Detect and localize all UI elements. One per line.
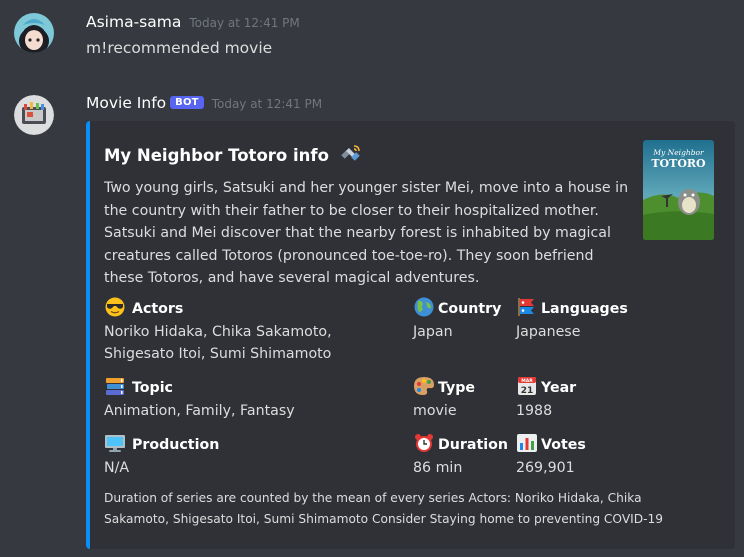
field-value: N/A	[104, 460, 130, 476]
timestamp: Today at 12:41 PM	[211, 97, 323, 111]
message-text: m!recommended movie	[86, 39, 273, 57]
field-name: Languages	[516, 297, 628, 319]
field-name-text: Type	[438, 380, 476, 396]
alarm-clock-icon	[413, 433, 435, 453]
field-value-line: Noriko Hidaka, Chika Sakamoto,	[104, 324, 332, 340]
field-name: Actors	[104, 297, 332, 319]
field-value: 86 min	[413, 460, 463, 476]
embed-accent-bar	[86, 121, 90, 549]
bar-chart-icon	[516, 433, 538, 453]
field-country: Country Japan	[413, 297, 501, 343]
poster-title: TOTORO	[651, 157, 706, 170]
field-value: Japanese	[516, 324, 581, 340]
embed-footer: Duration of series are counted by the me…	[104, 491, 664, 526]
field-name: Type	[413, 376, 475, 398]
embed-title: My Neighbor Totoro info	[104, 143, 361, 165]
field-topic: Topic Animation, Family, Fantasy	[104, 376, 295, 422]
field-languages: Languages Japanese	[516, 297, 628, 343]
username-text[interactable]: Asima-sama	[86, 13, 181, 31]
field-value: movie	[413, 403, 457, 419]
calendar-month: MAR	[521, 378, 533, 384]
field-value-line: Shigesato Itoi, Sumi Shimamoto	[104, 346, 332, 362]
books-icon	[104, 376, 126, 396]
field-value: Animation, Family, Fantasy	[104, 403, 295, 419]
field-name-text: Votes	[541, 437, 586, 453]
field-actors: Actors Noriko Hidaka, Chika Sakamoto, Sh…	[104, 297, 332, 365]
field-name-text: Languages	[541, 301, 628, 317]
embed-title-text: My Neighbor Totoro info	[104, 146, 329, 165]
palette-icon	[413, 376, 435, 396]
field-type: Type movie	[413, 376, 475, 422]
field-name: Topic	[104, 376, 295, 398]
bot-username[interactable]: Movie Info BOT Today at 12:41 PM	[86, 94, 322, 112]
bot-username-text[interactable]: Movie Info	[86, 94, 166, 112]
bot-badge: BOT	[170, 96, 204, 109]
field-votes: Votes 269,901	[516, 433, 586, 479]
satellite-icon	[339, 143, 361, 165]
poster-subtitle: My Neighbor	[652, 148, 704, 157]
field-name: Votes	[516, 433, 586, 455]
movie-embed: My Neighbor Totoro info My Neighbor TOTO…	[86, 121, 735, 549]
bot-avatar[interactable]	[14, 95, 54, 135]
username[interactable]: Asima-sama Today at 12:41 PM	[86, 13, 300, 31]
sunglasses-face-icon	[104, 297, 126, 317]
carp-streamer-icon	[516, 297, 538, 317]
field-name-text: Actors	[132, 301, 184, 317]
field-name-text: Topic	[132, 380, 173, 396]
field-value: Japan	[413, 324, 453, 340]
timestamp: Today at 12:41 PM	[189, 16, 300, 30]
field-name: Production	[104, 433, 219, 455]
field-value: 1988	[516, 403, 553, 419]
calendar-icon: MAR 21	[516, 376, 538, 396]
field-name: MAR 21 Year	[516, 376, 576, 398]
movie-poster-thumbnail[interactable]: My Neighbor TOTORO	[643, 140, 714, 240]
field-name: Country	[413, 297, 501, 319]
field-duration: Duration 86 min	[413, 433, 508, 479]
globe-icon	[413, 297, 435, 317]
calendar-day: 21	[521, 386, 534, 396]
field-value: 269,901	[516, 460, 575, 476]
field-name-text: Production	[132, 437, 220, 453]
field-year: MAR 21 Year 1988	[516, 376, 576, 422]
field-name-text: Duration	[438, 437, 508, 453]
field-name: Duration	[413, 433, 508, 455]
field-value: Noriko Hidaka, Chika Sakamoto, Shigesato…	[104, 321, 332, 365]
field-name-text: Year	[541, 380, 577, 396]
user-avatar[interactable]	[14, 13, 54, 53]
field-production: Production N/A	[104, 433, 219, 479]
computer-icon	[104, 433, 126, 453]
field-name-text: Country	[438, 301, 502, 317]
embed-description: Two young girls, Satsuki and her younger…	[104, 180, 629, 286]
